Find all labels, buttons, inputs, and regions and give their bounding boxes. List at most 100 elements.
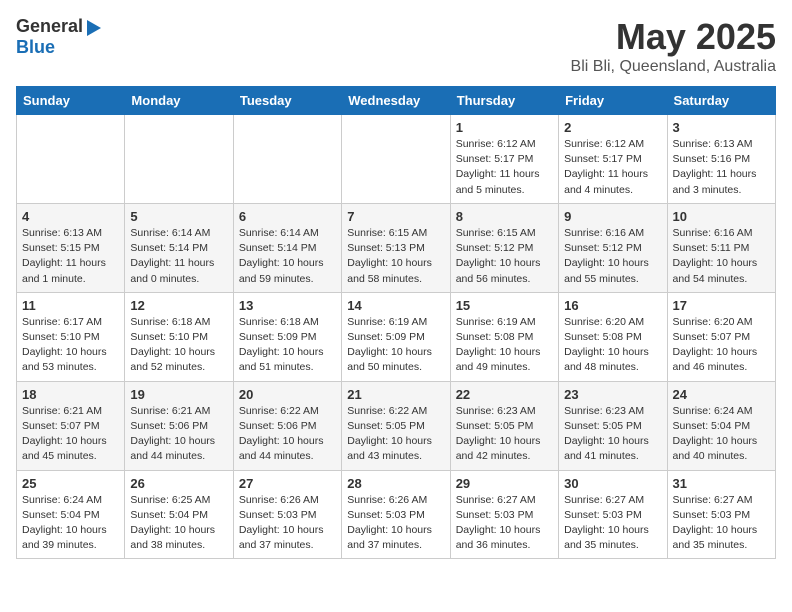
day-info: Sunrise: 6:12 AM Sunset: 5:17 PM Dayligh… [456, 137, 553, 198]
day-number: 4 [22, 209, 119, 224]
calendar-day-cell: 15 Sunrise: 6:19 AM Sunset: 5:08 PM Dayli… [450, 292, 558, 381]
calendar-day-cell: 25 Sunrise: 6:24 AM Sunset: 5:04 PM Dayli… [17, 470, 125, 559]
calendar-title: May 2025 [571, 16, 776, 58]
day-number: 10 [673, 209, 770, 224]
calendar-day-cell: 17Sunrise: 6:20 AM Sunset: 5:07 PM Dayli… [667, 292, 775, 381]
calendar-day-cell: 23 Sunrise: 6:23 AM Sunset: 5:05 PM Dayli… [559, 381, 667, 470]
calendar-day-cell: 8Sunrise: 6:15 AM Sunset: 5:12 PM Daylig… [450, 203, 558, 292]
day-number: 3 [673, 120, 770, 135]
day-number: 17 [673, 298, 770, 313]
day-number: 18 [22, 387, 119, 402]
day-number: 1 [456, 120, 553, 135]
day-info: Sunrise: 6:15 AM Sunset: 5:12 PM Dayligh… [456, 226, 553, 287]
calendar-day-cell: 26Sunrise: 6:25 AM Sunset: 5:04 PM Dayli… [125, 470, 233, 559]
calendar-day-cell: 4 Sunrise: 6:13 AM Sunset: 5:15 PM Daylig… [17, 203, 125, 292]
day-info: Sunrise: 6:17 AM Sunset: 5:10 PM Dayligh… [22, 315, 119, 376]
calendar-day-cell [233, 115, 341, 204]
day-info: Sunrise: 6:25 AM Sunset: 5:04 PM Dayligh… [130, 493, 227, 554]
calendar-day-cell: 20 Sunrise: 6:22 AM Sunset: 5:06 PM Dayli… [233, 381, 341, 470]
calendar-day-cell: 6 Sunrise: 6:14 AM Sunset: 5:14 PM Daylig… [233, 203, 341, 292]
day-number: 20 [239, 387, 336, 402]
calendar-week-row: 18 Sunrise: 6:21 AM Sunset: 5:07 PM Dayli… [17, 381, 776, 470]
day-info: Sunrise: 6:19 AM Sunset: 5:09 PM Dayligh… [347, 315, 444, 376]
calendar-day-cell: 14 Sunrise: 6:19 AM Sunset: 5:09 PM Dayli… [342, 292, 450, 381]
logo-general-text: General [16, 16, 83, 37]
day-number: 25 [22, 476, 119, 491]
day-info: Sunrise: 6:24 AM Sunset: 5:04 PM Dayligh… [673, 404, 770, 465]
day-number: 7 [347, 209, 444, 224]
calendar-day-cell: 27 Sunrise: 6:26 AM Sunset: 5:03 PM Dayli… [233, 470, 341, 559]
day-info: Sunrise: 6:27 AM Sunset: 5:03 PM Dayligh… [564, 493, 661, 554]
calendar-day-cell [342, 115, 450, 204]
day-number: 31 [673, 476, 770, 491]
calendar-day-header: Tuesday [233, 87, 341, 115]
day-info: Sunrise: 6:26 AM Sunset: 5:03 PM Dayligh… [239, 493, 336, 554]
day-info: Sunrise: 6:23 AM Sunset: 5:05 PM Dayligh… [456, 404, 553, 465]
day-info: Sunrise: 6:23 AM Sunset: 5:05 PM Dayligh… [564, 404, 661, 465]
calendar-day-cell [17, 115, 125, 204]
logo: General Blue [16, 16, 101, 58]
calendar-day-cell: 24 Sunrise: 6:24 AM Sunset: 5:04 PM Dayli… [667, 381, 775, 470]
calendar-day-cell: 18 Sunrise: 6:21 AM Sunset: 5:07 PM Dayli… [17, 381, 125, 470]
day-number: 28 [347, 476, 444, 491]
day-info: Sunrise: 6:27 AM Sunset: 5:03 PM Dayligh… [673, 493, 770, 554]
day-number: 14 [347, 298, 444, 313]
calendar-day-cell: 9Sunrise: 6:16 AM Sunset: 5:12 PM Daylig… [559, 203, 667, 292]
calendar-day-cell: 21 Sunrise: 6:22 AM Sunset: 5:05 PM Dayli… [342, 381, 450, 470]
calendar-day-cell: 7 Sunrise: 6:15 AM Sunset: 5:13 PM Daylig… [342, 203, 450, 292]
day-info: Sunrise: 6:24 AM Sunset: 5:04 PM Dayligh… [22, 493, 119, 554]
calendar-day-header: Friday [559, 87, 667, 115]
calendar-day-cell: 16Sunrise: 6:20 AM Sunset: 5:08 PM Dayli… [559, 292, 667, 381]
day-number: 24 [673, 387, 770, 402]
calendar-day-header: Monday [125, 87, 233, 115]
day-info: Sunrise: 6:26 AM Sunset: 5:03 PM Dayligh… [347, 493, 444, 554]
calendar-day-cell: 1 Sunrise: 6:12 AM Sunset: 5:17 PM Daylig… [450, 115, 558, 204]
day-info: Sunrise: 6:20 AM Sunset: 5:08 PM Dayligh… [564, 315, 661, 376]
day-info: Sunrise: 6:21 AM Sunset: 5:06 PM Dayligh… [130, 404, 227, 465]
calendar-day-cell: 11 Sunrise: 6:17 AM Sunset: 5:10 PM Dayli… [17, 292, 125, 381]
calendar-week-row: 4 Sunrise: 6:13 AM Sunset: 5:15 PM Daylig… [17, 203, 776, 292]
day-info: Sunrise: 6:16 AM Sunset: 5:11 PM Dayligh… [673, 226, 770, 287]
day-number: 19 [130, 387, 227, 402]
day-number: 5 [130, 209, 227, 224]
calendar-day-header: Saturday [667, 87, 775, 115]
calendar-day-cell: 30Sunrise: 6:27 AM Sunset: 5:03 PM Dayli… [559, 470, 667, 559]
calendar-day-cell: 10 Sunrise: 6:16 AM Sunset: 5:11 PM Dayli… [667, 203, 775, 292]
day-info: Sunrise: 6:16 AM Sunset: 5:12 PM Dayligh… [564, 226, 661, 287]
calendar-subtitle: Bli Bli, Queensland, Australia [571, 58, 776, 76]
day-info: Sunrise: 6:22 AM Sunset: 5:05 PM Dayligh… [347, 404, 444, 465]
calendar-day-cell: 31 Sunrise: 6:27 AM Sunset: 5:03 PM Dayli… [667, 470, 775, 559]
day-info: Sunrise: 6:19 AM Sunset: 5:08 PM Dayligh… [456, 315, 553, 376]
calendar-day-cell [125, 115, 233, 204]
day-info: Sunrise: 6:13 AM Sunset: 5:16 PM Dayligh… [673, 137, 770, 198]
title-section: May 2025 Bli Bli, Queensland, Australia [571, 16, 776, 76]
day-info: Sunrise: 6:15 AM Sunset: 5:13 PM Dayligh… [347, 226, 444, 287]
calendar-day-header: Thursday [450, 87, 558, 115]
calendar-day-cell: 3 Sunrise: 6:13 AM Sunset: 5:16 PM Daylig… [667, 115, 775, 204]
calendar-day-header: Sunday [17, 87, 125, 115]
day-info: Sunrise: 6:21 AM Sunset: 5:07 PM Dayligh… [22, 404, 119, 465]
day-number: 22 [456, 387, 553, 402]
day-number: 23 [564, 387, 661, 402]
calendar-week-row: 25 Sunrise: 6:24 AM Sunset: 5:04 PM Dayli… [17, 470, 776, 559]
logo-blue-text: Blue [16, 37, 55, 58]
day-number: 6 [239, 209, 336, 224]
day-number: 12 [130, 298, 227, 313]
day-number: 11 [22, 298, 119, 313]
calendar-day-cell: 2Sunrise: 6:12 AM Sunset: 5:17 PM Daylig… [559, 115, 667, 204]
day-info: Sunrise: 6:27 AM Sunset: 5:03 PM Dayligh… [456, 493, 553, 554]
calendar-day-cell: 13Sunrise: 6:18 AM Sunset: 5:09 PM Dayli… [233, 292, 341, 381]
calendar-table: SundayMondayTuesdayWednesdayThursdayFrid… [16, 86, 776, 559]
calendar-day-cell: 19 Sunrise: 6:21 AM Sunset: 5:06 PM Dayli… [125, 381, 233, 470]
day-info: Sunrise: 6:13 AM Sunset: 5:15 PM Dayligh… [22, 226, 119, 287]
calendar-header-row: SundayMondayTuesdayWednesdayThursdayFrid… [17, 87, 776, 115]
calendar-week-row: 1 Sunrise: 6:12 AM Sunset: 5:17 PM Daylig… [17, 115, 776, 204]
day-info: Sunrise: 6:18 AM Sunset: 5:09 PM Dayligh… [239, 315, 336, 376]
day-number: 29 [456, 476, 553, 491]
day-info: Sunrise: 6:18 AM Sunset: 5:10 PM Dayligh… [130, 315, 227, 376]
day-number: 27 [239, 476, 336, 491]
day-info: Sunrise: 6:22 AM Sunset: 5:06 PM Dayligh… [239, 404, 336, 465]
day-info: Sunrise: 6:14 AM Sunset: 5:14 PM Dayligh… [239, 226, 336, 287]
day-number: 15 [456, 298, 553, 313]
day-number: 21 [347, 387, 444, 402]
